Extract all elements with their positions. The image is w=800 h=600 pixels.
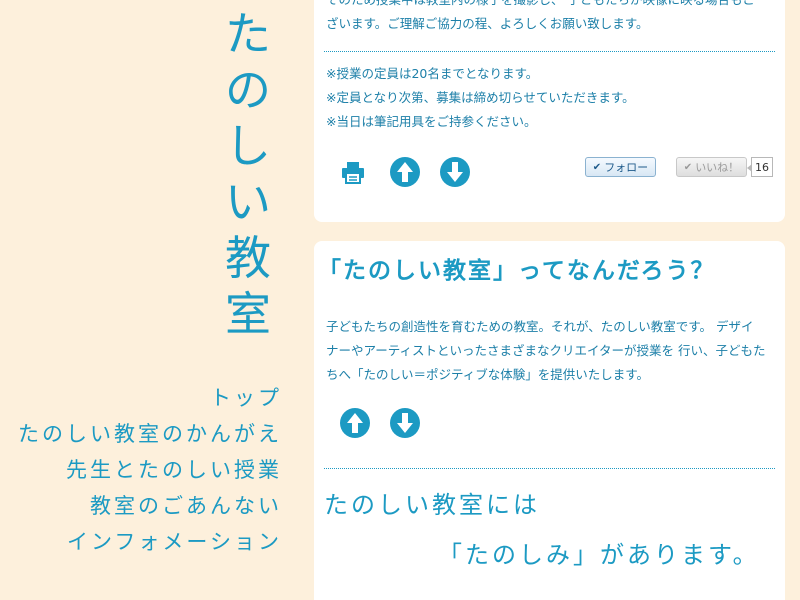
nav-item-philosophy[interactable]: たのしい教室のかんがえ (18, 416, 282, 452)
note-item: ※定員となり次第、募集は締め切らせていただきます。 (326, 90, 635, 105)
notice-card: そのため授業中は教室内の様子を撮影し、 子どもたちが映像に映る場合もご ざいます… (314, 0, 785, 222)
check-icon: ✔ (683, 161, 693, 173)
notes-list: ※授業の定員は20名までとなります。 ※定員となり次第、募集は締め切らせていただ… (314, 62, 785, 134)
follow-button[interactable]: ✔ フォロー (585, 157, 656, 177)
notice-line: そのため授業中は教室内の様子を撮影し、 子どもたちが映像に映る場合もご (326, 0, 773, 12)
nav-item-top[interactable]: トップ (18, 380, 282, 416)
about-card: 「たのしい教室」ってなんだろう？ 子どもたちの創造性を育むための教室。それが、た… (314, 241, 785, 600)
check-icon: ✔ (592, 161, 602, 173)
follow-label: フォロー (604, 161, 649, 174)
print-icon[interactable] (338, 157, 368, 187)
logo-char: た (225, 7, 271, 61)
dotted-divider (324, 51, 775, 52)
headline-line-2: 「たのしみ」があります。 (438, 541, 760, 569)
like-label: いいね！ (695, 161, 740, 174)
intro-line: 子どもたちの創造性を育むための教室。それが、たのしい教室です。 デザイ (326, 319, 754, 334)
logo-char: 教 (225, 231, 271, 285)
notice-text: そのため授業中は教室内の様子を撮影し、 子どもたちが映像に映る場合もご ざいます… (314, 0, 785, 36)
headline-line-1: たのしい教室には (324, 491, 540, 519)
like-count: 16 (747, 157, 773, 177)
logo-char: い (225, 175, 271, 229)
arrow-down-icon[interactable] (440, 157, 470, 187)
nav-item-teachers[interactable]: 先生とたのしい授業 (18, 452, 282, 488)
site-logo[interactable]: た の し い 教 室 (218, 6, 278, 342)
nav-item-information[interactable]: インフォメーション (18, 524, 282, 560)
intro-line: ちへ「たのしい＝ポジティブな体験」を提供いたします。 (326, 367, 650, 382)
note-item: ※授業の定員は20名までとなります。 (326, 66, 539, 81)
section-title: 「たのしい教室」ってなんだろう？ (318, 258, 716, 284)
like-button[interactable]: ✔ いいね！ (676, 157, 747, 177)
arrow-down-icon[interactable] (390, 408, 420, 438)
main-nav: トップ たのしい教室のかんがえ 先生とたのしい授業 教室のごあんない インフォメ… (18, 380, 282, 560)
notice-line: ざいます。ご理解ご協力の程、よろしくお願い致します。 (326, 16, 649, 31)
arrow-up-icon[interactable] (340, 408, 370, 438)
logo-char: し (225, 119, 271, 173)
nav-item-guide[interactable]: 教室のごあんない (18, 488, 282, 524)
dotted-divider (324, 468, 775, 469)
intro-line: ナーやアーティストといったさまざまなクリエイターが授業を 行い、子どもた (326, 343, 766, 358)
arrow-up-icon[interactable] (390, 157, 420, 187)
logo-char: 室 (225, 287, 271, 341)
intro-text: 子どもたちの創造性を育むための教室。それが、たのしい教室です。 デザイ ナーやア… (314, 315, 785, 387)
note-item: ※当日は筆記用具をご持参ください。 (326, 114, 537, 129)
logo-char: の (225, 63, 271, 117)
